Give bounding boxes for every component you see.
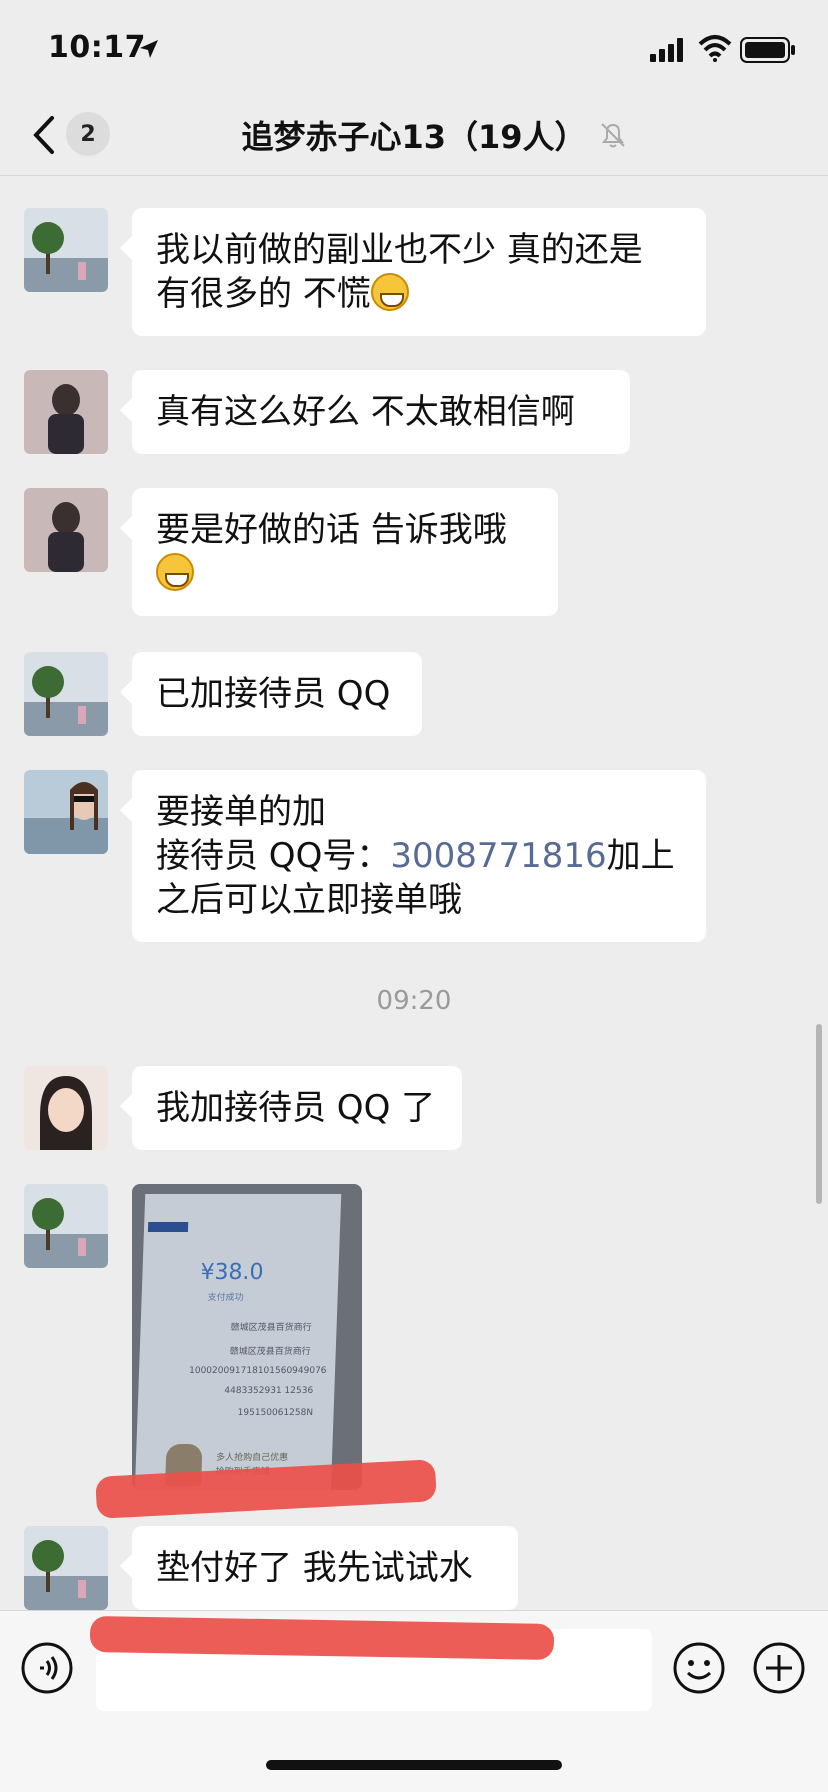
brand-logo (147, 1222, 189, 1232)
message-bubble[interactable]: 要是好做的话 告诉我哦 (120, 488, 558, 616)
mute-bell-icon (601, 123, 625, 148)
payment-amount: ¥38.0 (200, 1260, 264, 1285)
emoji-icon[interactable] (672, 1641, 726, 1695)
message-bubble[interactable]: 垫付好了 我先试试水 (120, 1526, 518, 1610)
receipt-row: 4483352931 12536 (224, 1386, 314, 1396)
status-time: 10:17 (48, 30, 146, 65)
message-line: 接待员 QQ号： (156, 836, 391, 876)
message-text: 要是好做的话 告诉我哦 (156, 510, 507, 550)
home-indicator[interactable] (266, 1760, 562, 1770)
chat-header: 2 追梦赤子心13（19人） (0, 100, 828, 176)
tree-lake-avatar[interactable] (24, 1526, 108, 1610)
message-bubble[interactable]: 我加接待员 QQ 了 (120, 1066, 462, 1150)
ad-text: 多人抢购自己优惠 (215, 1453, 289, 1463)
voice-icon[interactable] (20, 1641, 74, 1695)
wifi-icon (698, 35, 732, 62)
tree-lake-avatar[interactable] (24, 652, 108, 736)
receipt-row: 195150061258N (237, 1408, 314, 1418)
receipt-row: 赣城区茂县百货商行 (229, 1347, 311, 1357)
payment-receipt: ¥38.0 支付成功 赣城区茂县百货商行 赣城区茂县百货商行 100020091… (134, 1194, 342, 1490)
message-line: 加上 (606, 836, 675, 876)
chat-title: 追梦赤子心13（19人） (241, 118, 587, 156)
message-bubble[interactable]: 我以前做的副业也不少 真的还是 有很多的 不慌 (120, 208, 706, 336)
person-dark-avatar[interactable] (24, 370, 108, 454)
plus-icon[interactable] (752, 1641, 806, 1695)
person-dark-avatar[interactable] (24, 488, 108, 572)
tree-lake-avatar[interactable] (24, 1184, 108, 1268)
payment-status: 支付成功 (207, 1293, 244, 1303)
message-list[interactable]: 我以前做的副业也不少 真的还是 有很多的 不慌 真有这么好么 不太敢相信啊 要是… (0, 178, 828, 1610)
receipt-row: 赣城区茂县百货商行 (230, 1323, 312, 1333)
message-line: 之后可以立即接单哦 (156, 880, 462, 920)
receipt-row: 100020091718101560949076 (188, 1366, 327, 1376)
tree-lake-avatar[interactable] (24, 208, 108, 292)
battery-icon (740, 37, 795, 63)
message-timestamp: 09:20 (376, 986, 452, 1016)
qq-number-link[interactable]: 3008771816 (390, 836, 606, 876)
message-bubble[interactable]: 要接单的加 接待员 QQ号：3008771816加上 之后可以立即接单哦 (120, 770, 706, 942)
message-line: 要接单的加 (156, 792, 326, 832)
sunglasses-woman-avatar[interactable] (24, 770, 108, 854)
grinning-face-emoji (370, 273, 409, 311)
payment-screenshot-image[interactable]: ¥38.0 支付成功 赣城区茂县百货商行 赣城区茂县百货商行 100020091… (132, 1184, 362, 1490)
grinning-face-emoji (156, 553, 194, 591)
scroll-indicator[interactable] (816, 1024, 822, 1204)
message-bubble[interactable]: 真有这么好么 不太敢相信啊 (120, 370, 630, 454)
cellular-signal-icon (650, 38, 683, 62)
message-bubble[interactable]: 已加接待员 QQ (120, 652, 422, 736)
status-bar: 10:17 (0, 0, 828, 100)
location-arrow-icon (140, 40, 158, 58)
woman-portrait-avatar[interactable] (24, 1066, 108, 1150)
